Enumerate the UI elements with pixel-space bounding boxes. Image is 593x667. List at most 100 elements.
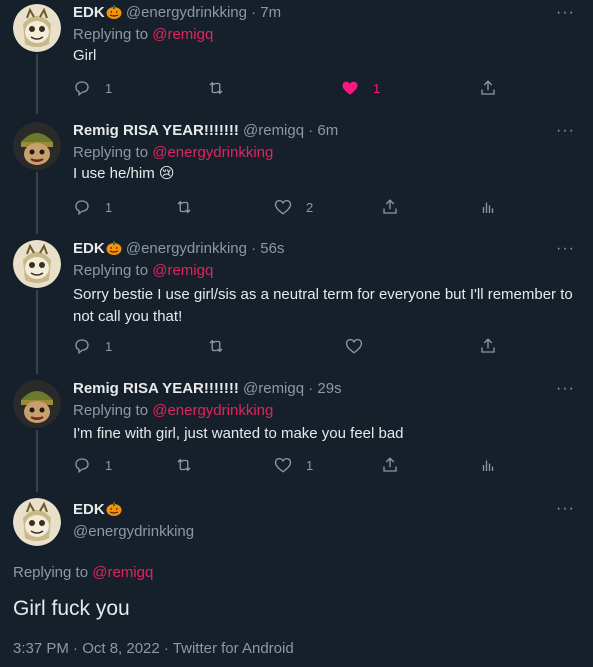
tweet-text-container: I use he/him 😢 <box>73 163 578 185</box>
avatar[interactable] <box>13 380 61 428</box>
retweet-button[interactable] <box>207 337 239 355</box>
heart-icon <box>345 338 363 354</box>
display-name[interactable]: EDK <box>73 4 105 21</box>
handle[interactable]: @energydrinkking <box>126 240 247 257</box>
tweet[interactable]: Remig RISA YEAR!!!!!!! @remigq · 6m ··· … <box>0 118 593 228</box>
more-options-icon[interactable]: ··· <box>556 122 575 140</box>
analytics-icon <box>482 202 494 213</box>
tweet-actions: 1 2 <box>73 198 578 220</box>
share-icon <box>383 199 397 214</box>
tweet[interactable]: Remig RISA YEAR!!!!!!! @remigq · 29s ···… <box>0 376 593 486</box>
avatar[interactable] <box>13 122 61 170</box>
display-name[interactable]: EDK <box>73 501 105 518</box>
reply-button[interactable]: 1 <box>73 198 112 216</box>
handle[interactable]: @remigq <box>243 122 304 139</box>
more-options-icon[interactable]: ··· <box>556 4 575 22</box>
handle[interactable]: @energydrinkking <box>73 523 194 540</box>
share-button[interactable] <box>381 198 399 216</box>
like-button[interactable]: 2 <box>274 198 313 216</box>
replying-to: Replying to @energydrinkking <box>73 402 273 419</box>
retweet-icon <box>177 200 191 214</box>
handle[interactable]: @remigq <box>243 380 304 397</box>
like-button[interactable]: 1 <box>341 79 380 97</box>
share-icon <box>481 338 495 353</box>
pumpkin-icon <box>106 240 122 255</box>
mention-link[interactable]: @remigq <box>92 564 153 581</box>
replying-to-label: Replying to <box>73 144 149 161</box>
pumpkin-icon <box>106 501 122 516</box>
heart-icon <box>274 199 292 215</box>
tweet-actions: 1 <box>73 337 578 359</box>
share-icon <box>481 80 495 95</box>
handle[interactable]: @energydrinkking <box>126 4 247 21</box>
retweet-button[interactable] <box>175 456 207 474</box>
tweet-header: Remig RISA YEAR!!!!!!! @remigq · 6m <box>73 122 338 139</box>
tweet-timestamp-source[interactable]: 3:37 PM · Oct 8, 2022 · Twitter for Andr… <box>13 640 294 657</box>
mention-link[interactable]: @remigq <box>152 262 213 279</box>
reply-icon <box>75 200 89 216</box>
tweet[interactable]: EDK @energydrinkking · 7m ··· Replying t… <box>0 0 593 110</box>
reply-count: 1 <box>105 199 113 215</box>
reply-button[interactable]: 1 <box>73 337 112 355</box>
avatar[interactable] <box>13 240 61 288</box>
like-count: 1 <box>373 80 381 96</box>
main-tweet: EDK @energydrinkking ··· Replying to @re… <box>0 496 593 667</box>
retweet-icon <box>209 339 223 353</box>
tweet-header: EDK @energydrinkking · 56s <box>73 240 285 257</box>
tweet-header: EDK @energydrinkking · 7m <box>73 4 281 21</box>
mention-link[interactable]: @energydrinkking <box>152 402 273 419</box>
display-name[interactable]: EDK <box>73 240 105 257</box>
reply-count: 1 <box>105 457 113 473</box>
replying-to: Replying to @remigq <box>73 262 213 279</box>
avatar[interactable] <box>13 4 61 52</box>
retweet-icon <box>209 81 223 95</box>
timestamp[interactable]: · 7m <box>251 4 281 21</box>
share-button[interactable] <box>479 337 497 355</box>
avatar-edk-image <box>13 4 61 52</box>
reply-button[interactable]: 1 <box>73 456 112 474</box>
tweet-actions: 1 1 <box>73 456 578 478</box>
replying-to-label: Replying to <box>73 402 149 419</box>
analytics-icon <box>482 460 494 471</box>
like-button[interactable]: 1 <box>274 456 313 474</box>
tweet-actions: 1 1 <box>73 79 578 101</box>
avatar-edk-image <box>13 240 61 288</box>
more-options-icon[interactable]: ··· <box>556 240 575 258</box>
analytics-button[interactable] <box>479 456 497 474</box>
replying-to: Replying to @remigq <box>13 564 153 581</box>
tweet-text: I use he/him <box>73 165 155 182</box>
avatar-remig-image <box>13 122 61 170</box>
tweet-text: I'm fine with girl, just wanted to make … <box>73 425 404 442</box>
reply-count: 1 <box>105 338 113 354</box>
tweet[interactable]: EDK @energydrinkking · 56s ··· Replying … <box>0 236 593 371</box>
share-button[interactable] <box>381 456 399 474</box>
avatar-remig-image <box>13 380 61 428</box>
retweet-button[interactable] <box>175 198 207 216</box>
replying-to-label: Replying to <box>13 564 89 581</box>
avatar[interactable] <box>13 498 61 546</box>
display-name[interactable]: Remig RISA YEAR!!!!!!! <box>73 380 239 397</box>
mention-link[interactable]: @remigq <box>152 26 213 43</box>
timestamp[interactable]: · 56s <box>251 240 284 257</box>
display-name[interactable]: Remig RISA YEAR!!!!!!! <box>73 122 239 139</box>
main-tweet-text: Girl fuck you <box>13 597 130 620</box>
replying-to: Replying to @remigq <box>73 26 213 43</box>
analytics-button[interactable] <box>479 198 497 216</box>
reply-icon <box>75 458 89 474</box>
mention-link[interactable]: @energydrinkking <box>152 144 273 161</box>
tweet-header: Remig RISA YEAR!!!!!!! @remigq · 29s <box>73 380 342 397</box>
more-options-icon[interactable]: ··· <box>556 500 575 518</box>
replying-to-label: Replying to <box>73 26 149 43</box>
reply-icon <box>75 81 89 97</box>
reply-button[interactable]: 1 <box>73 79 112 97</box>
like-count: 1 <box>306 457 314 473</box>
share-button[interactable] <box>479 79 497 97</box>
timestamp[interactable]: · 6m <box>308 122 338 139</box>
more-options-icon[interactable]: ··· <box>556 380 575 398</box>
avatar-edk-image <box>13 498 61 546</box>
like-count: 2 <box>306 199 314 215</box>
timestamp[interactable]: · 29s <box>308 380 341 397</box>
like-button[interactable] <box>345 337 377 355</box>
retweet-button[interactable] <box>207 79 239 97</box>
heart-filled-icon <box>342 81 358 95</box>
